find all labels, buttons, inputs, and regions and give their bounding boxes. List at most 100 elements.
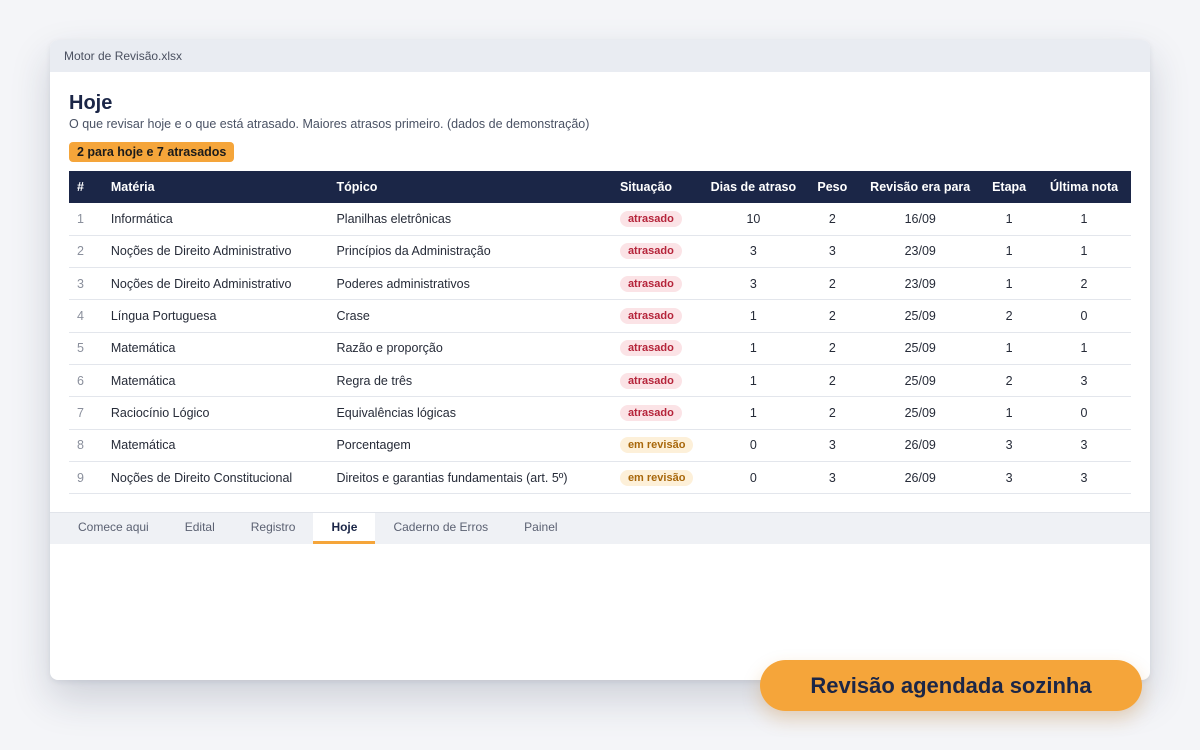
ultima-nota-cell[interactable]: 1 <box>1037 203 1131 236</box>
revisao-era-para-cell[interactable]: 25/09 <box>859 299 982 333</box>
revisao-era-para-cell[interactable]: 16/09 <box>859 203 982 236</box>
revisao-era-para-cell[interactable]: 23/09 <box>859 235 982 269</box>
row-number-cell[interactable]: 7 <box>69 396 103 430</box>
materia-cell[interactable]: Noções de Direito Constitucional <box>102 461 329 495</box>
materia-cell[interactable]: Raciocínio Lógico <box>102 396 329 430</box>
materia-cell[interactable]: Noções de Direito Administrativo <box>102 267 329 301</box>
sheet-tab-hoje[interactable]: Hoje <box>313 513 376 544</box>
revisao-era-para-cell[interactable]: 25/09 <box>859 364 982 398</box>
dias-atraso-cell[interactable]: 10 <box>701 203 806 236</box>
row-number-cell[interactable]: 3 <box>69 267 103 301</box>
dias-atraso-cell[interactable]: 1 <box>701 332 806 365</box>
peso-cell[interactable]: 3 <box>805 429 860 462</box>
situacao-cell[interactable]: atrasado <box>611 396 702 430</box>
table-row[interactable]: 8 Matemática Porcentagem em revisão 0 3 26/09 3… <box>69 429 1131 462</box>
column-header-number[interactable]: # <box>69 171 103 203</box>
etapa-cell[interactable]: 3 <box>981 461 1038 495</box>
situacao-cell[interactable]: em revisão <box>611 429 702 462</box>
peso-cell[interactable]: 2 <box>805 299 860 333</box>
ultima-nota-cell[interactable]: 3 <box>1037 429 1131 462</box>
situacao-cell[interactable]: atrasado <box>611 267 702 301</box>
etapa-cell[interactable]: 3 <box>981 429 1038 462</box>
column-header-dias-atraso[interactable]: Dias de atraso <box>701 171 805 203</box>
topico-cell[interactable]: Direitos e garantias fundamentais (art. … <box>328 461 612 495</box>
etapa-cell[interactable]: 1 <box>981 267 1038 301</box>
table-row[interactable]: 6 Matemática Regra de três atrasado 1 2 25/09 2… <box>69 364 1131 398</box>
table-row[interactable]: 5 Matemática Razão e proporção atrasado 1 2 25… <box>69 332 1131 365</box>
situacao-cell[interactable]: atrasado <box>611 299 702 333</box>
sheet-tab-painel[interactable]: Painel <box>506 513 575 544</box>
column-header-ultima-nota[interactable]: Última nota <box>1037 171 1131 203</box>
row-number-cell[interactable]: 5 <box>69 332 103 365</box>
ultima-nota-cell[interactable]: 2 <box>1037 267 1131 301</box>
dias-atraso-cell[interactable]: 1 <box>701 299 806 333</box>
ultima-nota-cell[interactable]: 3 <box>1037 461 1131 495</box>
table-row[interactable]: 3 Noções de Direito Administrativo Poderes… <box>69 267 1131 301</box>
table-row[interactable]: 2 Noções de Direito Administrativo Princíp… <box>69 235 1131 269</box>
topico-cell[interactable]: Planilhas eletrônicas <box>328 203 612 236</box>
situacao-cell[interactable]: atrasado <box>611 364 702 398</box>
column-header-situacao[interactable]: Situação <box>612 171 701 203</box>
revisao-era-para-cell[interactable]: 25/09 <box>859 396 982 430</box>
ultima-nota-cell[interactable]: 1 <box>1037 332 1131 365</box>
peso-cell[interactable]: 2 <box>805 396 860 430</box>
ultima-nota-cell[interactable]: 1 <box>1037 235 1131 269</box>
materia-cell[interactable]: Noções de Direito Administrativo <box>102 235 329 269</box>
peso-cell[interactable]: 2 <box>805 203 860 236</box>
etapa-cell[interactable]: 1 <box>981 332 1038 365</box>
column-header-peso[interactable]: Peso <box>805 171 859 203</box>
topico-cell[interactable]: Poderes administrativos <box>328 267 612 301</box>
topico-cell[interactable]: Regra de três <box>328 364 612 398</box>
sheet-tab-edital[interactable]: Edital <box>167 513 233 544</box>
row-number-cell[interactable]: 2 <box>69 235 103 269</box>
row-number-cell[interactable]: 8 <box>69 429 103 462</box>
situacao-cell[interactable]: atrasado <box>611 203 702 236</box>
column-header-materia[interactable]: Matéria <box>103 171 329 203</box>
situacao-cell[interactable]: atrasado <box>611 235 702 269</box>
etapa-cell[interactable]: 1 <box>981 203 1038 236</box>
topico-cell[interactable]: Crase <box>328 299 612 333</box>
materia-cell[interactable]: Língua Portuguesa <box>102 299 329 333</box>
table-row[interactable]: 4 Língua Portuguesa Crase atrasado 1 2 25/09 2 0 <box>69 299 1131 333</box>
dias-atraso-cell[interactable]: 0 <box>701 461 806 495</box>
peso-cell[interactable]: 3 <box>805 461 860 495</box>
row-number-cell[interactable]: 4 <box>69 299 103 333</box>
column-header-revisao-era-para[interactable]: Revisão era para <box>859 171 981 203</box>
materia-cell[interactable]: Informática <box>102 203 329 236</box>
etapa-cell[interactable]: 1 <box>981 396 1038 430</box>
sheet-tab-registro[interactable]: Registro <box>233 513 314 544</box>
revisao-era-para-cell[interactable]: 26/09 <box>859 429 982 462</box>
dias-atraso-cell[interactable]: 1 <box>701 396 806 430</box>
table-row[interactable]: 7 Raciocínio Lógico Equivalências lógicas a… <box>69 396 1131 430</box>
materia-cell[interactable]: Matemática <box>102 332 329 365</box>
topico-cell[interactable]: Porcentagem <box>328 429 612 462</box>
ultima-nota-cell[interactable]: 3 <box>1037 364 1131 398</box>
situacao-cell[interactable]: em revisão <box>611 461 702 495</box>
revisao-era-para-cell[interactable]: 25/09 <box>859 332 982 365</box>
dias-atraso-cell[interactable]: 3 <box>701 235 806 269</box>
revisao-era-para-cell[interactable]: 26/09 <box>859 461 982 495</box>
dias-atraso-cell[interactable]: 1 <box>701 364 806 398</box>
column-header-etapa[interactable]: Etapa <box>981 171 1037 203</box>
peso-cell[interactable]: 2 <box>805 332 860 365</box>
row-number-cell[interactable]: 9 <box>69 461 103 495</box>
topico-cell[interactable]: Princípios da Administração <box>328 235 612 269</box>
column-header-topico[interactable]: Tópico <box>328 171 611 203</box>
ultima-nota-cell[interactable]: 0 <box>1037 299 1131 333</box>
etapa-cell[interactable]: 2 <box>981 299 1038 333</box>
peso-cell[interactable]: 3 <box>805 235 860 269</box>
topico-cell[interactable]: Razão e proporção <box>328 332 612 365</box>
peso-cell[interactable]: 2 <box>805 364 860 398</box>
table-row[interactable]: 9 Noções de Direito Constitucional Direito… <box>69 461 1131 495</box>
materia-cell[interactable]: Matemática <box>102 429 329 462</box>
etapa-cell[interactable]: 2 <box>981 364 1038 398</box>
sheet-tab-comece-aqui[interactable]: Comece aqui <box>60 513 167 544</box>
topico-cell[interactable]: Equivalências lógicas <box>328 396 612 430</box>
materia-cell[interactable]: Matemática <box>102 364 329 398</box>
table-row[interactable]: 1 Informática Planilhas eletrônicas atrasad… <box>69 203 1131 236</box>
row-number-cell[interactable]: 1 <box>69 203 103 236</box>
etapa-cell[interactable]: 1 <box>981 235 1038 269</box>
ultima-nota-cell[interactable]: 0 <box>1037 396 1131 430</box>
revisao-era-para-cell[interactable]: 23/09 <box>859 267 982 301</box>
sheet-tab-caderno-de-erros[interactable]: Caderno de Erros <box>375 513 506 544</box>
